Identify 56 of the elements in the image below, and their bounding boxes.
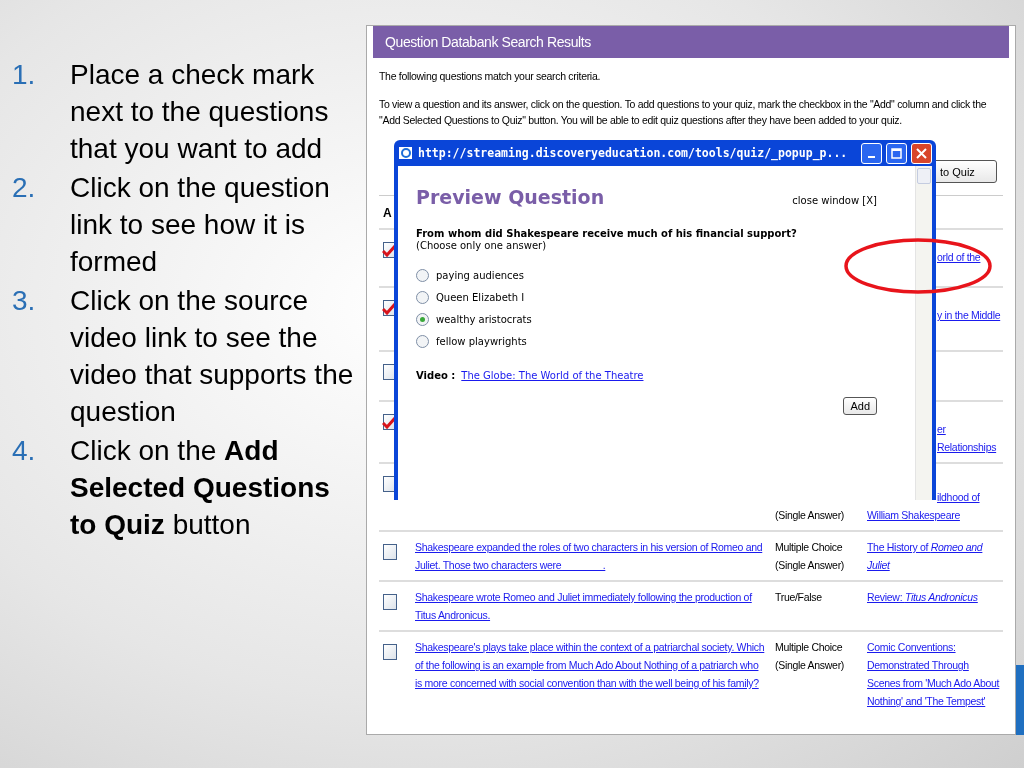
question-type: Multiple Choice (Single Answer) bbox=[775, 540, 846, 573]
radio-button[interactable] bbox=[416, 313, 429, 326]
close-window-link[interactable]: close window [X] bbox=[792, 195, 877, 206]
step-number: 4. bbox=[12, 434, 37, 468]
results-title: Question Databank Search Results bbox=[373, 26, 1009, 58]
intro-text: The following questions match your search criteria. bbox=[379, 69, 602, 84]
option-label: wealthy aristocrats bbox=[436, 314, 532, 325]
checkbox[interactable] bbox=[383, 594, 397, 610]
column-header: A bbox=[383, 206, 392, 220]
source-link[interactable]: er Relationships bbox=[937, 420, 1003, 456]
close-button[interactable] bbox=[911, 142, 932, 164]
question-link[interactable]: Shakespeare's plays take place within the context of a patriarchal society. Which of the following is an example from Much Ado About Nothing of a patriarch who is more concerned with social convention than with the well being of his family? bbox=[415, 638, 775, 692]
source-link[interactable]: y in the Middle bbox=[937, 306, 1001, 324]
add-button[interactable]: Add bbox=[843, 397, 877, 415]
question-type: (Single Answer) bbox=[775, 508, 846, 523]
maximize-icon bbox=[891, 147, 902, 159]
question-text: From whom did Shakespeare receive much of his financial support? bbox=[416, 228, 798, 239]
step-text: Place a check mark next to the questions that you want to add bbox=[70, 58, 330, 166]
source-link[interactable]: Review: Titus Andronicus bbox=[867, 588, 978, 606]
source-link[interactable]: ildhood of bbox=[937, 488, 980, 506]
slide-accent bbox=[1016, 665, 1024, 735]
source-link[interactable]: The History of Romeo and Juliet bbox=[867, 538, 1003, 574]
browser-icon bbox=[398, 145, 414, 161]
source-link[interactable]: orld of the bbox=[937, 248, 981, 266]
video-label: Video : bbox=[416, 370, 456, 381]
source-link[interactable]: William Shakespeare bbox=[867, 506, 960, 524]
option-label: Queen Elizabeth I bbox=[436, 292, 525, 303]
maximize-button[interactable] bbox=[886, 142, 907, 164]
source-link[interactable]: Comic Conventions: Demonstrated Through Scenes from 'Much Ado About Nothing' and 'The Tempest' bbox=[867, 638, 1003, 710]
step-number: 2. bbox=[12, 171, 37, 205]
step-number: 1. bbox=[12, 58, 37, 92]
step-text: Click on the Add Selected Questions to Quiz button bbox=[70, 434, 331, 542]
checkbox[interactable] bbox=[383, 544, 397, 560]
step-text: Click on the source video link to see the video that supports the question bbox=[70, 284, 354, 429]
radio-button[interactable] bbox=[416, 335, 429, 348]
step-text: Click on the question link to see how it is formed bbox=[70, 171, 331, 279]
option-label: fellow playwrights bbox=[436, 336, 527, 347]
question-link[interactable]: Shakespeare expanded the roles of two characters in his version of Romeo and Juliet. Those two characters were _______. bbox=[415, 538, 775, 574]
close-icon bbox=[916, 147, 927, 159]
question-link[interactable]: Shakespeare wrote Romeo and Juliet immediately following the production of Titus Andronicus. bbox=[415, 588, 775, 624]
hint-text: (Choose only one answer) bbox=[416, 240, 548, 251]
checkbox[interactable] bbox=[383, 644, 397, 660]
step-number: 3. bbox=[12, 284, 37, 318]
question-type: True/False bbox=[775, 590, 823, 605]
radio-button[interactable] bbox=[416, 291, 429, 304]
scrollbar[interactable] bbox=[915, 166, 932, 500]
video-link[interactable]: The Globe: The World of the Theatre bbox=[461, 370, 644, 381]
question-type: Multiple Choice (Single Answer) bbox=[775, 640, 846, 673]
preview-heading: Preview Question bbox=[416, 186, 605, 208]
popup-title: http://streaming.discoveryeducation.com/tools/quiz/_popup_p... bbox=[418, 146, 849, 160]
add-to-quiz-button[interactable]: to Quiz bbox=[933, 160, 997, 183]
minimize-button[interactable] bbox=[861, 142, 882, 164]
option-label: paying audiences bbox=[436, 270, 524, 281]
instructions-text: To view a question and its answer, click on the question. To add questions to your quiz, mark the checkbox in the "Add" column and click the "Add Selected Questions to Quiz" button. You will be able to edit quiz questions after they have been added to your quiz. bbox=[379, 97, 988, 128]
radio-button[interactable] bbox=[416, 269, 429, 282]
minimize-icon bbox=[868, 156, 875, 158]
